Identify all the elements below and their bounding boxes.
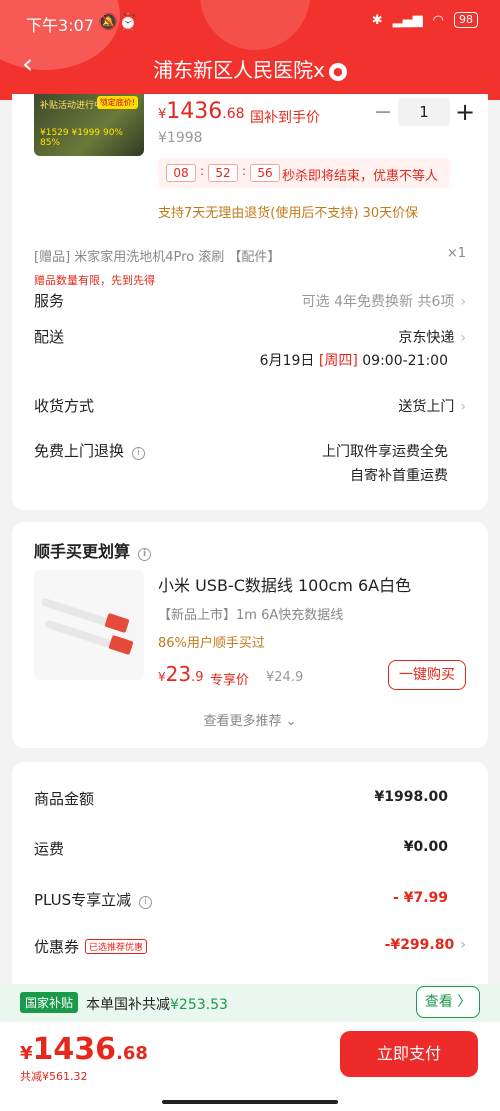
- info-icon[interactable]: i: [138, 548, 152, 561]
- info-icon[interactable]: i: [132, 447, 146, 460]
- total-saved: 共减¥561.32: [20, 1070, 88, 1083]
- home-indicator[interactable]: [162, 1100, 338, 1104]
- addon-title: 顺手买更划算 i: [34, 538, 152, 562]
- return-value-1: 上门取件享运费全免: [322, 444, 448, 460]
- original-price: ¥1998: [158, 130, 203, 146]
- countdown-colon: :: [242, 164, 247, 178]
- subsidy-view-button[interactable]: 查看 〉: [416, 986, 480, 1018]
- product-price: ¥1436.68: [158, 99, 245, 124]
- total-price: ¥1436.68: [20, 1032, 148, 1067]
- addon-card: 顺手买更划算 i 小米 USB-C数据线 100cm 6A白色 【新品上市】1m …: [12, 522, 488, 748]
- one-click-buy-button[interactable]: 一键购买: [388, 660, 466, 690]
- gift-note: 赠品数量有限，先到先得: [34, 274, 155, 287]
- amount-label: 商品金额: [34, 790, 95, 808]
- alarm-icon: ⏰: [118, 12, 138, 31]
- status-time: 下午3:07: [26, 16, 94, 35]
- countdown-minutes: 52: [208, 164, 238, 182]
- coupon-value: -¥299.80: [384, 937, 455, 953]
- receive-value: 送货上门: [398, 399, 455, 415]
- subsidy-price-label: 国补到手价: [250, 110, 320, 126]
- receive-label: 收货方式: [34, 397, 95, 415]
- quantity-input[interactable]: 1: [398, 98, 450, 126]
- subsidy-tag: 国家补贴: [20, 992, 79, 1013]
- chevron-right-icon: ›: [460, 399, 466, 415]
- addon-old-price: ¥24.9: [266, 670, 304, 685]
- bluetooth-icon: ✱: [371, 12, 383, 28]
- addon-price-tag: 专享价: [210, 673, 250, 688]
- shipping-label: 运费: [34, 840, 65, 858]
- decrease-button[interactable]: −: [368, 100, 398, 125]
- coupon-value-row[interactable]: -¥299.80 ›: [385, 937, 466, 953]
- address-text: 浦东新区人民医院x: [153, 58, 325, 82]
- address-title[interactable]: 浦东新区人民医院x ●: [0, 54, 500, 83]
- chevron-right-icon: ›: [460, 294, 466, 310]
- service-row[interactable]: 可选 4年免费换新 共6项 ›: [302, 291, 466, 311]
- service-label: 服务: [34, 292, 65, 310]
- delivery-date: 6月19日 [周四] 09:00-21:00: [259, 353, 448, 369]
- delivery-row[interactable]: 京东快递 ›: [398, 327, 466, 347]
- addon-desc: 【新品上市】1m 6A快充数据线: [158, 608, 344, 623]
- subsidy-bar: 国家补贴 本单国补共减¥253.53 查看 〉: [0, 984, 500, 1022]
- flash-sale-text: 秒杀即将结束，优惠不等人: [282, 169, 439, 184]
- product-card: 锁定底价! 补贴活动进行中 ¥1529 ¥1999 90% 85% ¥1436.…: [12, 94, 488, 510]
- addon-price: ¥23.9: [158, 662, 204, 686]
- coupon-badge: 已选推荐优惠: [85, 939, 148, 954]
- service-value: 可选 4年免费换新 共6项: [301, 294, 455, 310]
- chevron-right-icon: ›: [460, 937, 466, 953]
- countdown-colon: :: [200, 164, 205, 178]
- pay-now-button[interactable]: 立即支付: [340, 1031, 478, 1077]
- chevron-down-icon: ⌄: [285, 714, 297, 729]
- info-icon[interactable]: i: [139, 896, 153, 909]
- product-thumbnail[interactable]: 锁定底价! 补贴活动进行中 ¥1529 ¥1999 90% 85%: [34, 94, 144, 156]
- countdown-hours: 08: [166, 164, 196, 182]
- location-pin-icon: ●: [328, 63, 347, 81]
- coupon-row[interactable]: 优惠券 已选推荐优惠: [34, 936, 148, 957]
- gift-quantity: ×1: [446, 246, 466, 261]
- nav-bar: ‹ 浦东新区人民医院x ●: [0, 44, 500, 90]
- wifi-icon: ◠: [432, 12, 444, 28]
- plus-value: - ¥7.99: [393, 890, 448, 906]
- summary-card: 商品金额 ¥1998.00 运费 ¥0.00 PLUS专享立减 i - ¥7.99…: [12, 762, 488, 1002]
- countdown-seconds: 56: [250, 164, 280, 182]
- addon-percent: 86%用户顺手买过: [158, 636, 265, 651]
- increase-button[interactable]: +: [450, 98, 480, 126]
- return-policy: 支持7天无理由退货(使用后不支持) 30天价保: [158, 206, 419, 221]
- amount-value: ¥1998.00: [374, 789, 448, 805]
- mute-icon: 🔕: [98, 12, 118, 31]
- delivery-value: 京东快递: [398, 330, 455, 346]
- subsidy-text: 本单国补共减¥253.53: [86, 997, 228, 1013]
- header: 下午3:07 🔕 ⏰ ✱ ▂▄▆ ◠ 98 ‹ 浦东新区人民医院x ●: [0, 0, 500, 100]
- return-value-2: 自寄补首重运费: [350, 468, 448, 484]
- addon-name[interactable]: 小米 USB-C数据线 100cm 6A白色: [158, 572, 411, 596]
- quantity-stepper: − 1 +: [368, 98, 480, 126]
- shipping-value: ¥0.00: [403, 839, 448, 855]
- cable-image[interactable]: [34, 570, 144, 680]
- status-bar: 下午3:07 🔕 ⏰ ✱ ▂▄▆ ◠ 98: [0, 8, 500, 36]
- receive-row[interactable]: 送货上门 ›: [398, 396, 466, 416]
- thumb-line: 补贴活动进行中: [40, 101, 104, 111]
- free-return-row: 免费上门退换 i: [34, 440, 146, 461]
- battery-icon: 98: [454, 12, 478, 28]
- delivery-label: 配送: [34, 328, 65, 346]
- flash-sale-banner: 08 : 52 : 56 秒杀即将结束，优惠不等人: [158, 158, 450, 188]
- gift-item: [赠品] 米家家用洗地机4Pro 滚刷 【配件】: [34, 250, 281, 265]
- thumb-price: ¥1529 ¥1999 90% 85%: [40, 128, 123, 148]
- more-recommendations[interactable]: 查看更多推荐 ⌄: [12, 710, 488, 729]
- chevron-right-icon: ›: [460, 330, 466, 346]
- plus-row: PLUS专享立减 i: [34, 889, 153, 910]
- signal-icon: ▂▄▆: [392, 12, 423, 28]
- checkout-bar: ¥1436.68 共减¥561.32 立即支付: [0, 1022, 500, 1111]
